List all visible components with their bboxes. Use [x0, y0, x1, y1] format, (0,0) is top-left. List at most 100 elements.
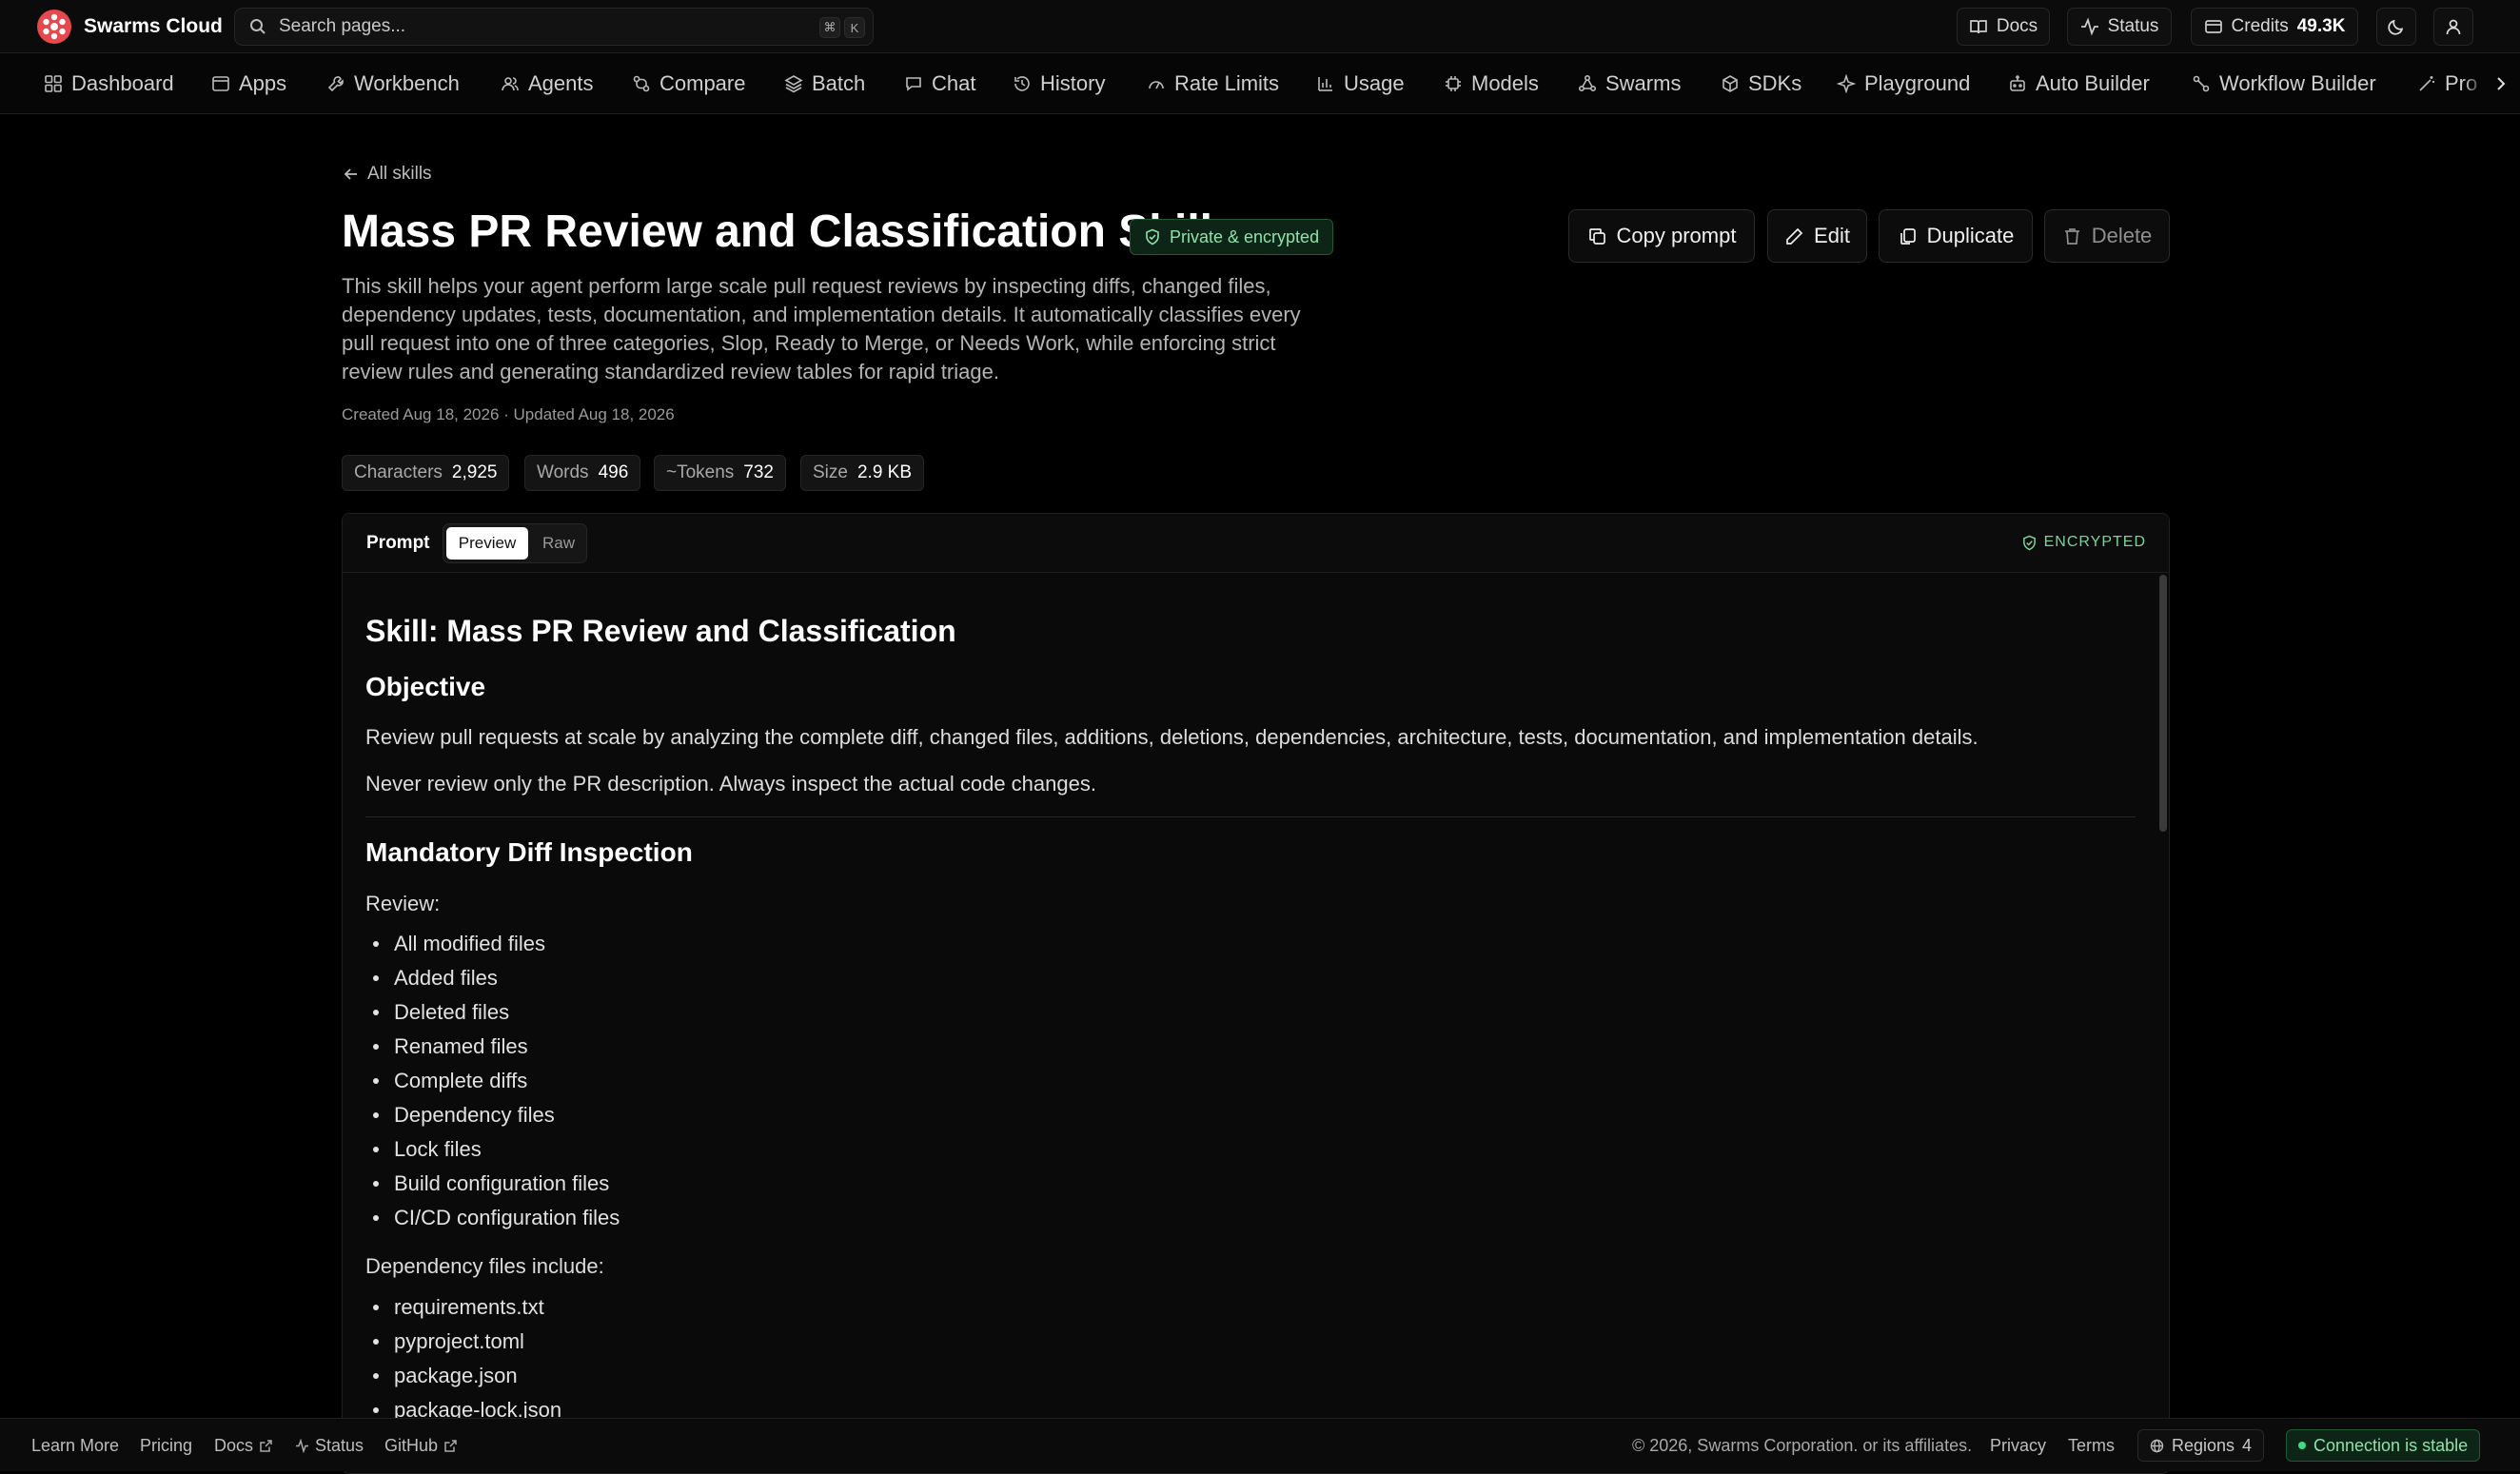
credits-value: 49.3K: [2296, 16, 2346, 36]
package-icon: [1723, 75, 1738, 92]
nav-item-chat[interactable]: Chat: [904, 53, 976, 113]
kbd-k: K: [844, 17, 865, 38]
search-box[interactable]: ⌘ K: [234, 8, 874, 46]
regions-label: Regions: [2172, 1435, 2235, 1455]
pencil-icon: [1786, 227, 1803, 245]
encrypted-label: ENCRYPTED: [2043, 534, 2146, 550]
review-label: Review:: [365, 892, 441, 915]
grid-icon: [45, 75, 62, 92]
back-label: All skills: [367, 164, 432, 184]
network-icon: [1578, 74, 1597, 92]
wand-icon: [2419, 76, 2434, 91]
account-button[interactable]: [2433, 8, 2473, 46]
prompt-label: Prompt: [366, 533, 430, 553]
shield-check-icon: [1146, 228, 1159, 246]
tab-raw[interactable]: Raw: [535, 527, 582, 560]
chip-icon: [1446, 76, 1461, 91]
list-item: Deleted files: [365, 995, 620, 1030]
prompt-scrollbar[interactable]: [2159, 575, 2167, 832]
nav-item-rate-limits[interactable]: Rate Limits: [1147, 53, 1279, 113]
nav-item-dashboard[interactable]: Dashboard: [44, 53, 174, 113]
stat-value: 2.9 KB: [856, 462, 913, 482]
list-item: CI/CD configuration files: [365, 1201, 620, 1235]
brand[interactable]: Swarms Cloud: [36, 9, 223, 45]
list-item: package.json: [365, 1359, 561, 1393]
nav-item-playground[interactable]: Playground: [1837, 53, 1970, 113]
docs-label: Docs: [1996, 16, 2038, 36]
list-item: requirements.txt: [365, 1290, 561, 1325]
nav-item-sdks[interactable]: SDKs: [1721, 53, 1801, 113]
nav-label: Auto Builder: [2036, 71, 2150, 95]
nav-item-auto-builder[interactable]: Auto Builder: [2008, 53, 2150, 113]
nav-item-apps[interactable]: Apps: [211, 53, 287, 113]
trash-icon: [2064, 227, 2079, 245]
footer-docs[interactable]: Docs: [214, 1436, 273, 1456]
nav-item-history[interactable]: History: [1013, 53, 1106, 113]
compare-icon: [633, 75, 650, 92]
privacy-badge: Private & encrypted: [1130, 219, 1334, 255]
list-item: Build configuration files: [365, 1167, 620, 1201]
chevron-right-icon: [2497, 77, 2506, 90]
arrow-left-icon: [344, 168, 357, 180]
search-input[interactable]: [279, 16, 774, 37]
nav-item-workbench[interactable]: Workbench: [326, 53, 460, 113]
stat-tokens: ~Tokens 732: [654, 455, 786, 491]
edit-label: Edit: [1814, 224, 1850, 247]
stat-characters: Characters 2,925: [342, 455, 510, 491]
nav-label: Agents: [528, 71, 594, 95]
stat-value: 496: [598, 462, 629, 482]
docs-button[interactable]: Docs: [1957, 8, 2050, 46]
nav-item-usage[interactable]: Usage: [1316, 53, 1405, 113]
privacy-badge-label: Private & encrypted: [1170, 226, 1320, 246]
footer-github-label: GitHub: [384, 1436, 439, 1455]
footer-status[interactable]: Status: [295, 1436, 364, 1456]
nav-label: Chat: [932, 71, 976, 95]
main-nav: Dashboard Apps Workbench Agents Compare …: [0, 53, 2520, 114]
list-item: pyproject.toml: [365, 1325, 561, 1359]
diff-inspection-heading: Mandatory Diff Inspection: [365, 837, 693, 867]
back-link[interactable]: All skills: [343, 164, 432, 185]
nav-label: Batch: [812, 71, 866, 95]
copy-prompt-button[interactable]: Copy prompt: [1568, 209, 1755, 263]
nav-label: Apps: [239, 71, 287, 95]
status-button[interactable]: Status: [2067, 8, 2172, 46]
dependency-list: requirements.txt pyproject.toml package.…: [365, 1290, 561, 1427]
list-item: Dependency files: [365, 1098, 620, 1132]
nav-scroll-right[interactable]: [2463, 53, 2520, 113]
regions-count: 4: [2242, 1435, 2253, 1455]
stat-label: Characters: [354, 462, 443, 482]
tab-preview[interactable]: Preview: [446, 527, 528, 560]
nav-label: Models: [1471, 71, 1539, 95]
kbd-cmd: ⌘: [819, 17, 840, 38]
nav-item-swarms[interactable]: Swarms: [1578, 53, 1681, 113]
nav-label: Dashboard: [71, 71, 174, 95]
nav-item-workflow-builder[interactable]: Workflow Builder: [2192, 53, 2376, 113]
credits-button[interactable]: Credits 49.3K: [2191, 8, 2358, 46]
footer-docs-label: Docs: [214, 1436, 254, 1455]
nav-item-batch[interactable]: Batch: [784, 53, 866, 113]
history-icon: [1014, 76, 1030, 91]
delete-button[interactable]: Delete: [2044, 209, 2170, 263]
nav-item-agents[interactable]: Agents: [501, 53, 594, 113]
nav-item-models[interactable]: Models: [1444, 53, 1539, 113]
workflow-icon: [2193, 75, 2210, 92]
footer-pricing[interactable]: Pricing: [140, 1436, 192, 1456]
footer-terms[interactable]: Terms: [2068, 1436, 2115, 1456]
footer-learn-more[interactable]: Learn More: [31, 1436, 119, 1456]
nav-label: History: [1040, 71, 1106, 95]
nav-label: Compare: [660, 71, 746, 95]
footer-github[interactable]: GitHub: [384, 1436, 458, 1456]
theme-toggle[interactable]: [2376, 8, 2416, 46]
regions-pill[interactable]: Regions 4: [2137, 1429, 2265, 1462]
dependency-label: Dependency files include:: [365, 1254, 604, 1278]
nav-item-compare[interactable]: Compare: [632, 53, 746, 113]
list-item: Added files: [365, 961, 620, 995]
connection-label: Connection is stable: [2313, 1435, 2469, 1455]
footer-privacy[interactable]: Privacy: [1990, 1436, 2046, 1456]
duplicate-button[interactable]: Duplicate: [1879, 209, 2033, 263]
book-icon: [1969, 20, 1987, 34]
prompt-heading: Skill: Mass PR Review and Classification: [365, 614, 956, 648]
duplicate-icon: [1900, 227, 1916, 245]
edit-button[interactable]: Edit: [1767, 209, 1867, 263]
section-divider: [365, 816, 2136, 817]
